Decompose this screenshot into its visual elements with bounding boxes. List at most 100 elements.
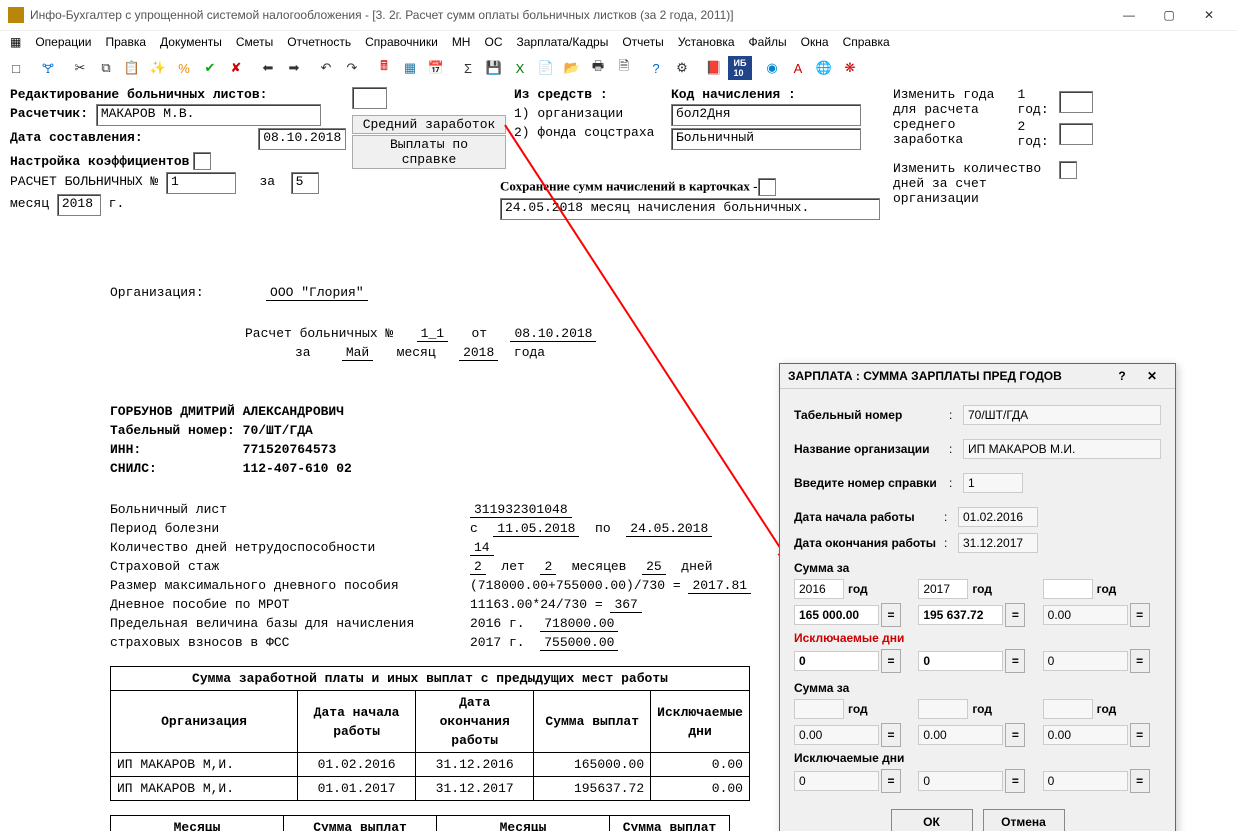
menu-item[interactable]: Отчетность <box>281 33 357 51</box>
coef-checkbox[interactable] <box>193 152 211 170</box>
doc-icon[interactable]: 📄 <box>534 56 558 80</box>
book-icon[interactable]: 📕 <box>702 56 726 80</box>
cancel-button[interactable]: Отмена <box>983 809 1065 831</box>
year4-field[interactable] <box>794 699 844 719</box>
close-button[interactable]: ✕ <box>1189 2 1229 28</box>
new-icon[interactable]: □ <box>4 56 28 80</box>
calculator-icon[interactable]: 🖩 <box>372 56 396 80</box>
menu-item[interactable]: Сметы <box>230 33 279 51</box>
right-icon[interactable]: ➡ <box>282 56 306 80</box>
open-icon[interactable]: 📂 <box>560 56 584 80</box>
save-checkbox[interactable] <box>758 178 776 196</box>
sum2-field[interactable] <box>918 605 1003 625</box>
ammy-icon[interactable]: A <box>786 56 810 80</box>
pay-by-cert-button[interactable]: Выплаты по справке <box>352 135 506 169</box>
paste-icon[interactable]: 📋 <box>120 56 144 80</box>
check-icon[interactable]: ✔ <box>198 56 222 80</box>
dialog-close-button[interactable]: ✕ <box>1137 369 1167 383</box>
eq-button[interactable]: = <box>1005 769 1025 793</box>
calc-bl-num-input[interactable]: 1 <box>166 172 236 194</box>
ok-button[interactable]: ОК <box>891 809 973 831</box>
menu-item[interactable]: МН <box>446 33 477 51</box>
eq-button[interactable]: = <box>1130 769 1150 793</box>
help-icon[interactable]: ? <box>644 56 668 80</box>
excl1-field[interactable] <box>794 651 879 671</box>
year2-input[interactable] <box>1059 123 1093 145</box>
avg-earn-button[interactable]: Средний заработок <box>352 115 506 134</box>
excl5-field[interactable] <box>918 771 1003 791</box>
menu-item[interactable]: ОС <box>478 33 508 51</box>
eq-button[interactable]: = <box>1130 723 1150 747</box>
menu-icon[interactable]: ▦ <box>4 33 27 51</box>
raschetchik-input[interactable]: МАКАРОВ М.В. <box>96 104 321 126</box>
wand-icon[interactable]: ✨ <box>146 56 170 80</box>
menu-item[interactable]: Установка <box>672 33 741 51</box>
excl3-field[interactable] <box>1043 651 1128 671</box>
left-icon[interactable]: ⬅ <box>256 56 280 80</box>
eq-button[interactable]: = <box>1130 603 1150 627</box>
sum5-field[interactable] <box>918 725 1003 745</box>
tab-field[interactable] <box>963 405 1161 425</box>
menu-item[interactable]: Документы <box>154 33 228 51</box>
code-1-input[interactable]: бол2Дня <box>671 104 861 126</box>
code-2-input[interactable]: Больничный <box>671 128 861 150</box>
menu-item[interactable]: Окна <box>795 33 835 51</box>
year5-field[interactable] <box>918 699 968 719</box>
undo-icon[interactable]: ↶ <box>314 56 338 80</box>
grid-icon[interactable]: ▦ <box>398 56 422 80</box>
settings-icon[interactable]: ⚙ <box>670 56 694 80</box>
year1-input[interactable] <box>1059 91 1093 113</box>
filter-icon[interactable]: 🝖 <box>36 56 60 80</box>
excl4-field[interactable] <box>794 771 879 791</box>
year6-field[interactable] <box>1043 699 1093 719</box>
copy-icon[interactable]: ⧉ <box>94 56 118 80</box>
eq-button[interactable]: = <box>881 723 901 747</box>
globe-icon[interactable]: 🌐 <box>812 56 836 80</box>
year1-field[interactable] <box>794 579 844 599</box>
hb-icon[interactable]: ИБ10 <box>728 56 752 80</box>
teamviewer-icon[interactable]: ◉ <box>760 56 784 80</box>
save-icon[interactable]: 💾 <box>482 56 506 80</box>
sum1-field[interactable] <box>794 605 879 625</box>
excel-icon[interactable]: X <box>508 56 532 80</box>
date-input[interactable]: 08.10.2018 <box>258 128 346 150</box>
menu-item[interactable]: Отчеты <box>616 33 669 51</box>
menu-item[interactable]: Файлы <box>743 33 793 51</box>
year3-field[interactable] <box>1043 579 1093 599</box>
eq-button[interactable]: = <box>1005 603 1025 627</box>
print-icon[interactable]: 🖶 <box>586 56 610 80</box>
menu-item[interactable]: Справочники <box>359 33 444 51</box>
sum3-field[interactable] <box>1043 605 1128 625</box>
date-start-field[interactable] <box>958 507 1038 527</box>
excl2-field[interactable] <box>918 651 1003 671</box>
menu-item[interactable]: Справка <box>837 33 896 51</box>
eq-button[interactable]: = <box>1005 723 1025 747</box>
x-icon[interactable]: ✘ <box>224 56 248 80</box>
redo-icon[interactable]: ↷ <box>340 56 364 80</box>
date-end-field[interactable] <box>958 533 1038 553</box>
edit-bl-picker[interactable] <box>352 87 387 109</box>
eq-button[interactable]: = <box>881 769 901 793</box>
excl6-field[interactable] <box>1043 771 1128 791</box>
cert-num-field[interactable] <box>963 473 1023 493</box>
maximize-button[interactable]: ▢ <box>1149 2 1189 28</box>
menu-item[interactable]: Правка <box>99 33 152 51</box>
sum4-field[interactable] <box>794 725 879 745</box>
dialog-help-button[interactable]: ? <box>1107 369 1137 383</box>
eq-button[interactable]: = <box>1005 649 1025 673</box>
cut-icon[interactable]: ✂ <box>68 56 92 80</box>
year2-field[interactable] <box>918 579 968 599</box>
calendar-icon[interactable]: 📅 <box>424 56 448 80</box>
preview-icon[interactable]: 🗎 <box>612 56 636 80</box>
year-input[interactable]: 2018 <box>57 194 101 216</box>
sum6-field[interactable] <box>1043 725 1128 745</box>
month-input[interactable]: 5 <box>291 172 319 194</box>
change-days-checkbox[interactable] <box>1059 161 1077 179</box>
flower-icon[interactable]: ❋ <box>838 56 862 80</box>
eq-button[interactable]: = <box>881 603 901 627</box>
org-field[interactable] <box>963 439 1161 459</box>
menu-item[interactable]: Зарплата/Кадры <box>510 33 614 51</box>
minimize-button[interactable]: — <box>1109 2 1149 28</box>
menu-item[interactable]: Операции <box>29 33 97 51</box>
eq-button[interactable]: = <box>881 649 901 673</box>
